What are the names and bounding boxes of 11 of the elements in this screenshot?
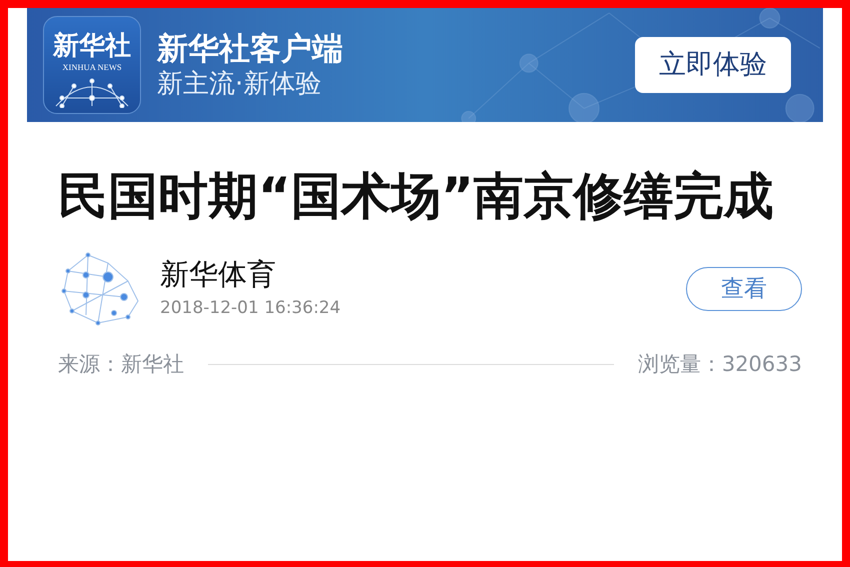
author-name: 新华体育 [160, 256, 277, 292]
logo-text: 新华社 [53, 33, 131, 59]
view-button[interactable]: 查看 [686, 266, 802, 312]
app-title: 新华社客户端 [157, 32, 343, 66]
logo-subtext: XINHUA NEWS [62, 63, 122, 72]
view-count: 浏览量：320633 [638, 351, 802, 378]
article-title: 民国时期“国术场”南京修缮完成 [57, 166, 775, 227]
publish-time: 2018-12-01 16:36:24 [160, 296, 341, 320]
app-slogan: 新主流·新体验 [157, 70, 322, 98]
source-label: 来源：新华社 [58, 351, 184, 378]
try-now-button[interactable]: 立即体验 [635, 36, 791, 94]
